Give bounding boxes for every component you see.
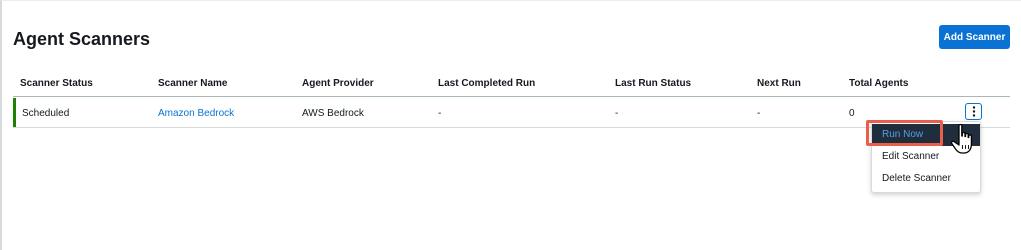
- hand-pointer-icon: [950, 123, 973, 154]
- column-header-next-run[interactable]: Next Run: [757, 78, 801, 89]
- cell-agent-provider: AWS Bedrock: [302, 108, 364, 119]
- vertical-ellipsis-icon: [972, 106, 975, 117]
- column-header-scanner-name[interactable]: Scanner Name: [158, 78, 227, 89]
- column-header-last-completed-run[interactable]: Last Completed Run: [438, 78, 535, 89]
- highlight-box: [866, 120, 943, 146]
- add-scanner-button[interactable]: Add Scanner: [939, 25, 1010, 49]
- column-header-last-run-status[interactable]: Last Run Status: [615, 78, 691, 89]
- column-header-agent-provider[interactable]: Agent Provider: [302, 78, 374, 89]
- cell-next-run: -: [757, 108, 761, 119]
- cell-last-completed-run: -: [438, 108, 442, 119]
- page-title: Agent Scanners: [13, 29, 151, 49]
- column-header-total-agents[interactable]: Total Agents: [849, 78, 908, 89]
- cell-scanner-status: Scheduled: [22, 108, 70, 119]
- status-accent-bar: [13, 98, 16, 127]
- cell-last-run-status: -: [615, 108, 619, 119]
- column-header-scanner-status[interactable]: Scanner Status: [20, 78, 93, 89]
- scanner-name-link[interactable]: Amazon Bedrock: [158, 108, 234, 119]
- cell-total-agents: 0: [849, 108, 855, 119]
- row-actions-button[interactable]: [965, 103, 982, 120]
- row-divider: [13, 127, 1010, 128]
- menu-item-delete-scanner[interactable]: Delete Scanner: [872, 168, 980, 190]
